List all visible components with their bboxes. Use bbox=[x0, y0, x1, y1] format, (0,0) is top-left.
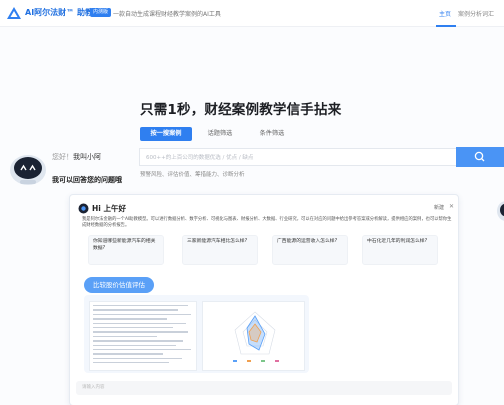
nav-active-indicator bbox=[436, 25, 456, 27]
beta-badge: 内测版 bbox=[90, 8, 112, 17]
result-preview bbox=[84, 295, 309, 373]
preview-input-bar[interactable]: 请输入内容 bbox=[76, 381, 452, 395]
preview-intro: 我是阿尔法金融的一个AI助教模型。可以进行数据分析、数字分析、可视化与图表、财报… bbox=[82, 217, 452, 228]
search-input[interactable] bbox=[146, 152, 446, 163]
assistant-ask-text: 我可以回答您的问题哦 bbox=[52, 176, 122, 184]
floating-robot-icon[interactable] bbox=[496, 200, 504, 222]
preview-input-placeholder: 请输入内容 bbox=[82, 385, 105, 390]
hot-tags[interactable]: 预警风险、评估价值、筹措能力、诊断分析 bbox=[140, 170, 245, 178]
tab-topic-filter[interactable]: 话题筛选 bbox=[198, 127, 242, 141]
search-button[interactable] bbox=[456, 147, 504, 167]
suggested-question[interactable]: 中石化近几年的利润怎么样? bbox=[362, 235, 438, 265]
result-chart-thumbnail bbox=[202, 301, 305, 371]
search-box bbox=[139, 148, 457, 166]
nav-glossary-link[interactable]: 案例分析词汇 bbox=[458, 9, 494, 18]
tab-search-case[interactable]: 按一搜案例 bbox=[140, 127, 192, 141]
preview-greeting: Hi 上午好 bbox=[92, 204, 126, 213]
suggested-question[interactable]: 你知道哪些新能源汽车的相关数据? bbox=[88, 235, 164, 265]
hero-title: 只需1秒，财经案例教学信手拈来 bbox=[140, 102, 342, 118]
header-description: 一款自动生成课程财经教学案例的AI工具 bbox=[113, 11, 221, 18]
suggested-question[interactable]: 三家新能源汽车相比怎么样? bbox=[182, 235, 258, 265]
compare-valuation-button[interactable]: 比较股价估值评估 bbox=[84, 277, 154, 293]
result-text-thumbnail bbox=[89, 301, 197, 371]
top-header: AI阿尔法财™ 助教 内测版 一款自动生成课程财经教学案例的AI工具 主页 案例… bbox=[0, 0, 504, 27]
logo-icon bbox=[7, 7, 21, 19]
assistant-logo-icon bbox=[78, 203, 89, 214]
tab-condition-filter[interactable]: 条件筛选 bbox=[250, 127, 294, 141]
logo-text: AI阿尔法财™ 助教 bbox=[25, 8, 93, 17]
nav-home-link[interactable]: 主页 bbox=[439, 9, 451, 18]
search-icon bbox=[474, 151, 485, 162]
app-root: AI阿尔法财™ 助教 内测版 一款自动生成课程财经教学案例的AI工具 主页 案例… bbox=[0, 0, 504, 405]
close-icon[interactable]: ✕ bbox=[449, 203, 454, 210]
assistant-preview-panel: Hi 上午好 新建 ✕ 我是阿尔法金融的一个AI助教模型。可以进行数据分析、数字… bbox=[69, 194, 459, 405]
new-chat-button[interactable]: 新建 bbox=[434, 204, 444, 211]
robot-avatar-icon[interactable] bbox=[8, 152, 48, 186]
suggested-question[interactable]: 广西能源的运营收入怎么样? bbox=[272, 235, 348, 265]
assistant-greeting: 您好！我叫小阿 bbox=[52, 153, 101, 161]
